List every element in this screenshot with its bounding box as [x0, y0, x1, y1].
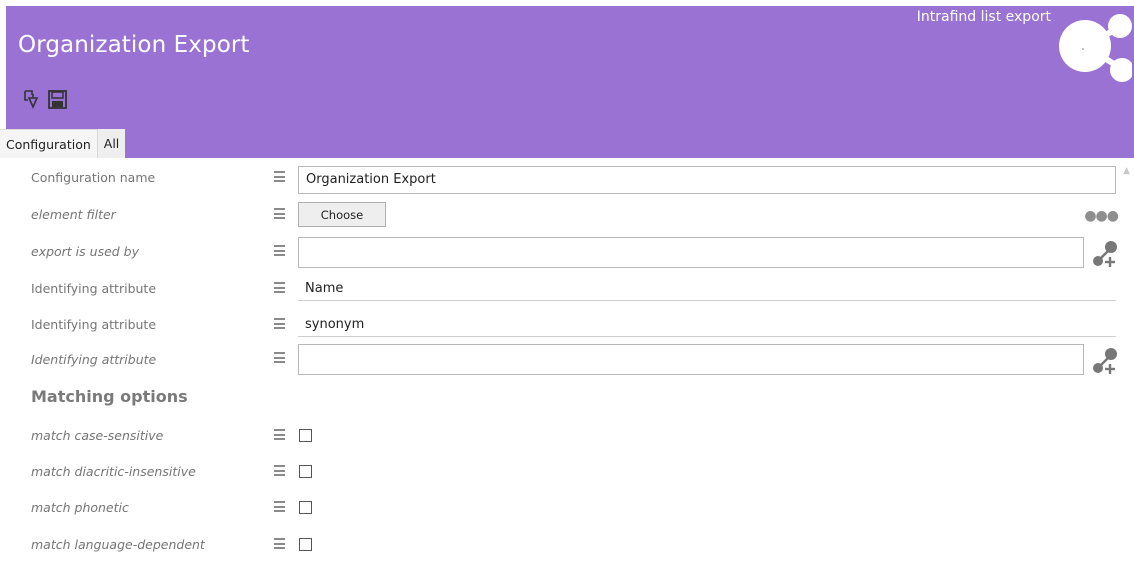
toolbar — [21, 88, 67, 110]
menu-icon[interactable] — [274, 352, 285, 363]
matching-options-heading: Matching options — [31, 387, 188, 406]
tab-configuration[interactable]: Configuration — [0, 129, 97, 158]
identifying-attribute-label: Identifying attribute — [31, 317, 157, 332]
header-bar: Organization Export Intrafind list expor… — [0, 6, 1134, 158]
tab-bar: Configuration All — [0, 129, 126, 158]
save-icon — [47, 89, 67, 109]
export-used-by-label: export is used by — [31, 244, 140, 259]
menu-icon[interactable] — [274, 465, 285, 476]
identifying-attribute-value[interactable]: synonym — [305, 317, 364, 332]
match-option-label: match case-sensitive — [31, 428, 164, 443]
menu-icon[interactable] — [274, 318, 285, 329]
row-export-used-by: export is used by — [6, 234, 1128, 268]
choose-button[interactable]: Choose — [298, 202, 386, 227]
row-match-case-sensitive: match case-sensitive — [6, 421, 1128, 451]
page-title: Organization Export — [18, 32, 250, 58]
element-filter-label: element filter — [31, 207, 116, 222]
match-language-dependent-checkbox[interactable] — [299, 538, 312, 551]
menu-icon[interactable] — [274, 538, 285, 549]
match-option-label: match phonetic — [31, 500, 129, 515]
configuration-name-input[interactable]: Organization Export — [298, 166, 1116, 194]
row-match-language-dependent: match language-dependent — [6, 530, 1128, 560]
identifying-attribute-input[interactable] — [298, 344, 1084, 375]
row-match-phonetic: match phonetic — [6, 493, 1128, 523]
match-case-sensitive-checkbox[interactable] — [299, 429, 312, 442]
match-option-label: match language-dependent — [31, 537, 205, 552]
row-identifying-attribute-synonym: Identifying attribute synonym — [6, 309, 1128, 339]
row-identifying-attribute-name: Identifying attribute Name — [6, 273, 1128, 303]
configuration-name-label: Configuration name — [31, 170, 156, 185]
divider — [298, 300, 1116, 301]
share-logo-icon — [1059, 14, 1132, 82]
divider — [298, 336, 1116, 337]
identifying-attribute-value[interactable]: Name — [305, 281, 343, 296]
form-panel: ▲ Configuration name Organization Export… — [6, 158, 1130, 561]
export-used-by-input[interactable] — [298, 237, 1084, 268]
row-match-diacritic-insensitive: match diacritic-insensitive — [6, 457, 1128, 487]
match-phonetic-checkbox[interactable] — [299, 501, 312, 514]
save-button[interactable] — [47, 88, 67, 110]
row-element-filter: element filter Choose ●●● — [6, 200, 1128, 230]
menu-icon[interactable] — [274, 171, 285, 182]
identifying-attribute-label: Identifying attribute — [31, 281, 157, 296]
add-relation-icon[interactable] — [1091, 345, 1119, 375]
match-diacritic-insensitive-checkbox[interactable] — [299, 465, 312, 478]
menu-icon[interactable] — [274, 501, 285, 512]
row-identifying-attribute-new: Identifying attribute — [6, 341, 1128, 375]
tab-all[interactable]: All — [96, 129, 126, 158]
app-name: Intrafind list export — [916, 9, 1051, 25]
identifying-attribute-label: Identifying attribute — [31, 352, 157, 367]
add-relation-icon[interactable] — [1091, 238, 1119, 268]
menu-icon[interactable] — [274, 208, 285, 219]
row-configuration-name: Configuration name Organization Export — [6, 163, 1128, 194]
match-option-label: match diacritic-insensitive — [31, 464, 196, 479]
menu-icon[interactable] — [274, 282, 285, 293]
menu-icon[interactable] — [274, 429, 285, 440]
export-icon — [24, 90, 39, 109]
more-options-icon[interactable]: ●●● — [1084, 209, 1119, 223]
export-button[interactable] — [21, 88, 41, 110]
menu-icon[interactable] — [274, 245, 285, 256]
